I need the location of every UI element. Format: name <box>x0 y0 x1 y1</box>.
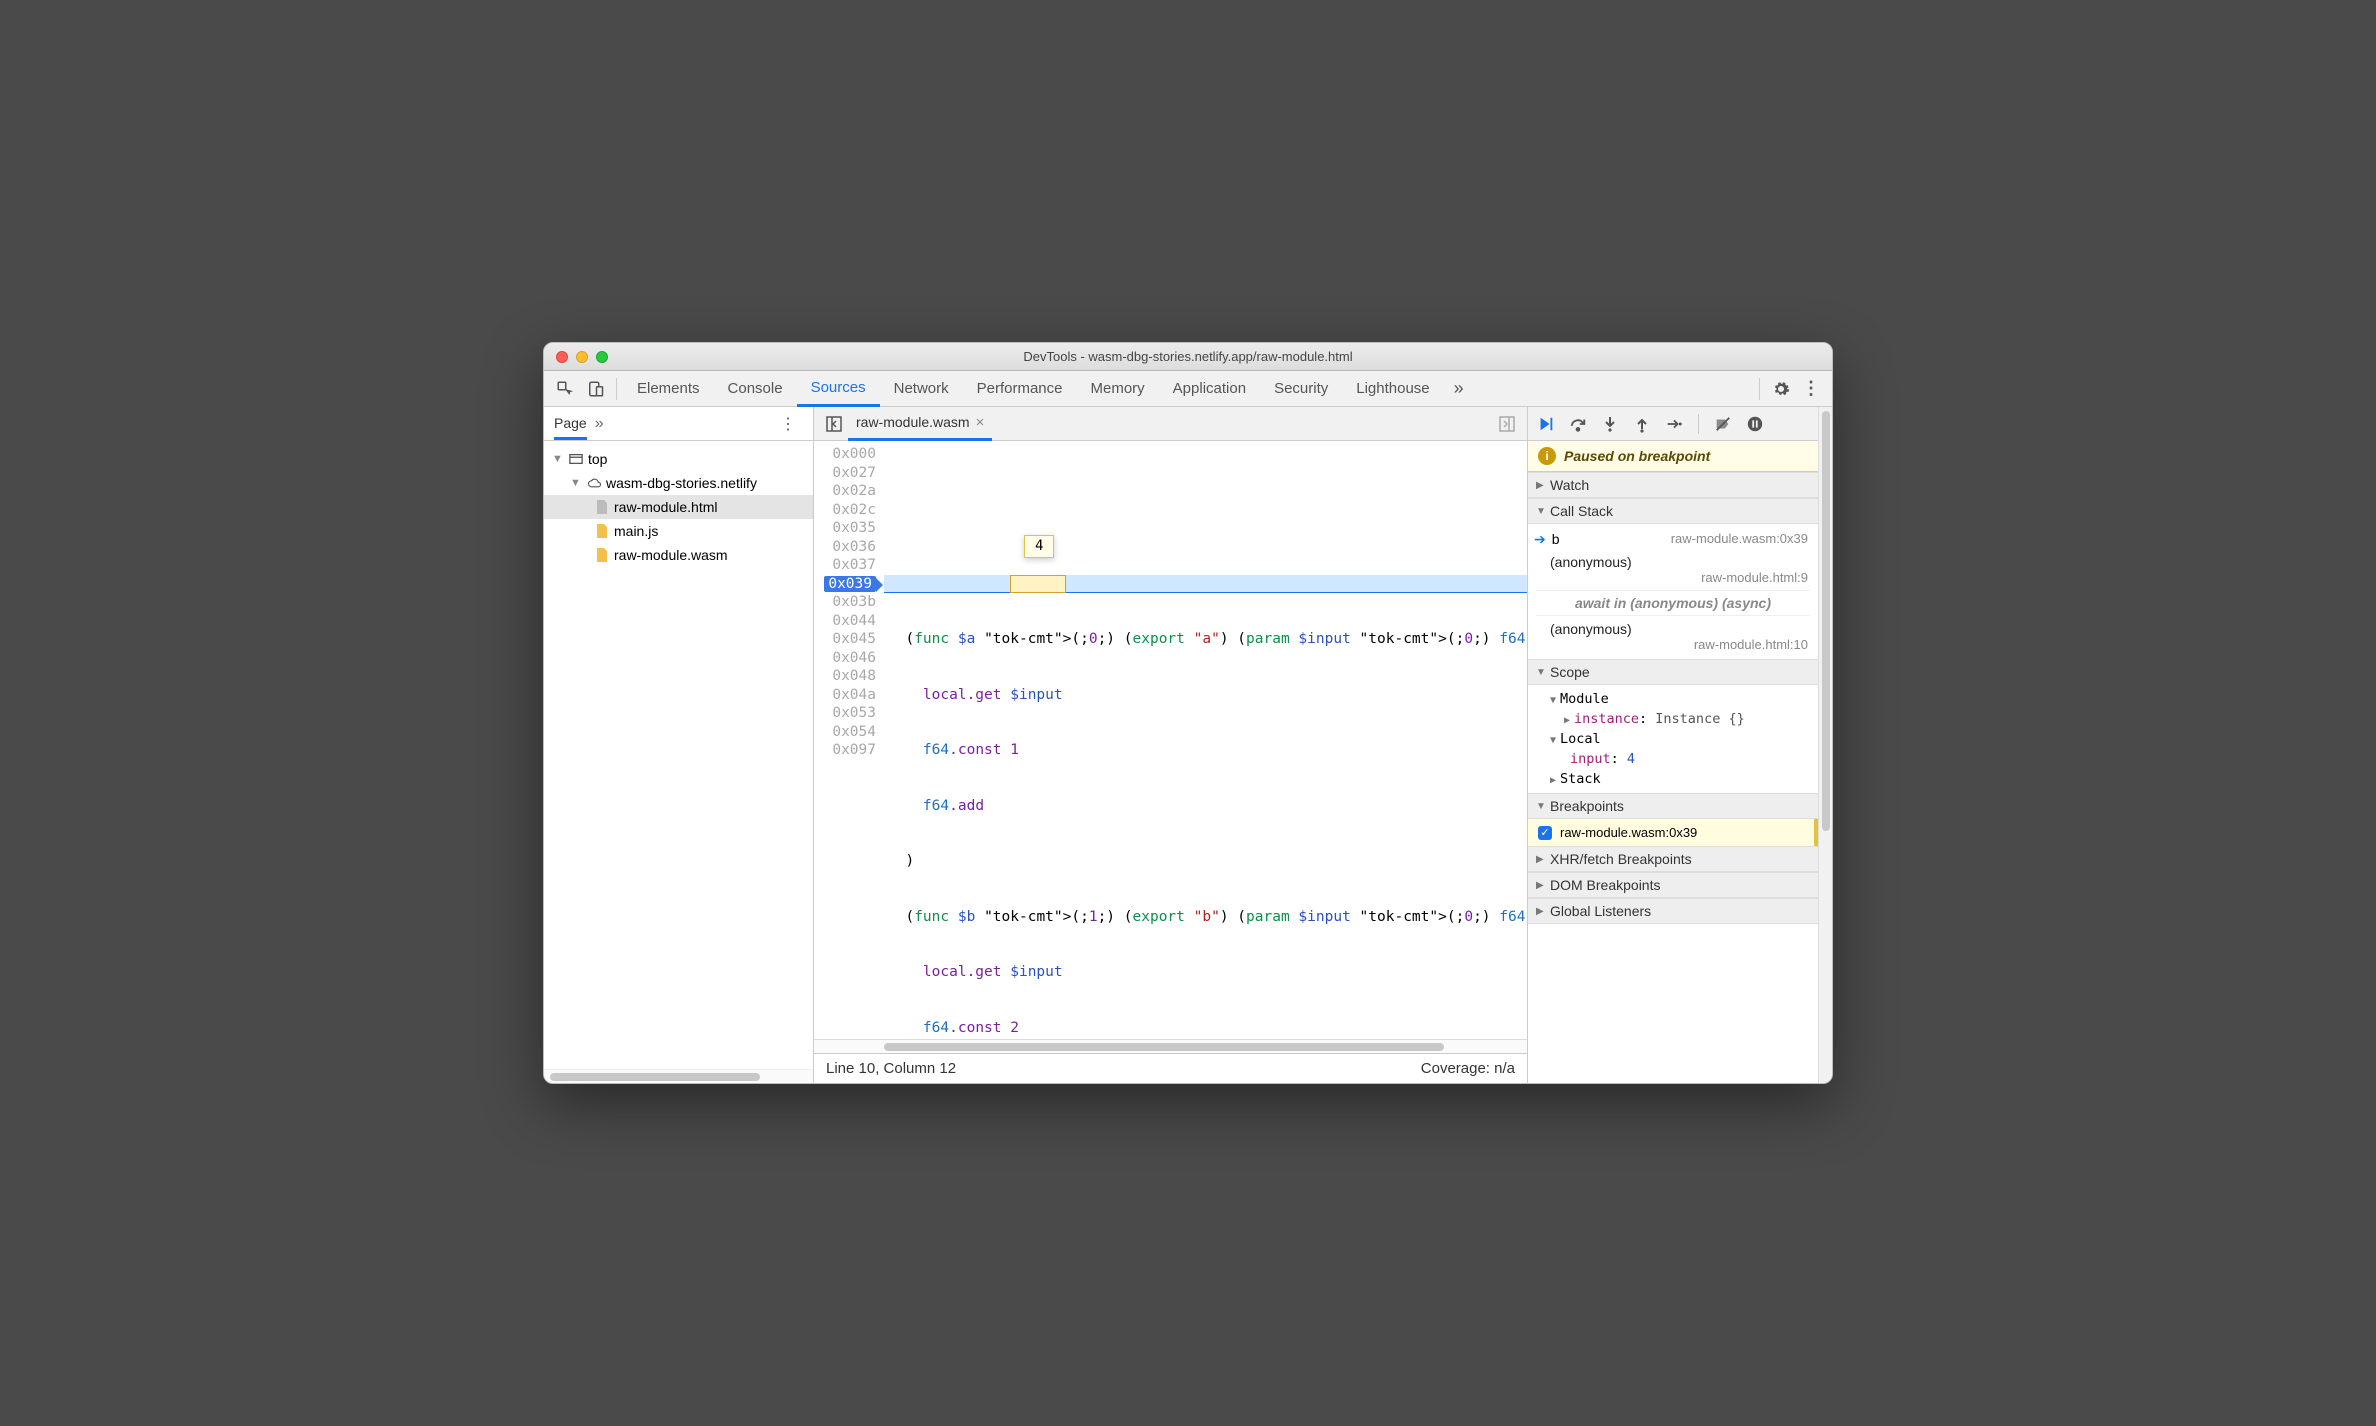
callstack-frame[interactable]: (anonymous) raw-module.html:10 <box>1528 618 1818 655</box>
window-title: DevTools - wasm-dbg-stories.netlify.app/… <box>544 349 1832 364</box>
scope-stack[interactable]: ▶Stack <box>1528 769 1818 789</box>
device-mode-icon[interactable] <box>580 374 610 404</box>
toggle-debugger-icon[interactable] <box>1493 416 1521 432</box>
breakpoint-entry[interactable]: ✓ raw-module.wasm:0x39 <box>1528 819 1818 846</box>
callstack-body: ➔b raw-module.wasm:0x39 (anonymous) raw-… <box>1528 524 1818 659</box>
editor-file-tab[interactable]: raw-module.wasm × <box>848 407 992 441</box>
source-editor: raw-module.wasm × 0x000 0x027 0x02a 0x02… <box>814 407 1528 1083</box>
navigator-header: Page » ⋮ <box>544 407 813 441</box>
paused-banner: i Paused on breakpoint <box>1528 441 1818 472</box>
step-out-icon[interactable] <box>1632 414 1652 434</box>
document-icon <box>594 499 610 515</box>
tree-file-wasm[interactable]: raw-module.wasm <box>544 543 813 567</box>
tree-top-frame[interactable]: ▼ top <box>544 447 813 471</box>
editor-statusbar: Line 10, Column 12 Coverage: n/a <box>814 1053 1527 1083</box>
info-icon: i <box>1538 447 1556 465</box>
debugger-sidebar: i Paused on breakpoint ▶Watch ▼Call Stac… <box>1528 407 1818 1083</box>
chevron-down-icon: ▼ <box>570 477 582 489</box>
section-xhr-breakpoints[interactable]: ▶XHR/fetch Breakpoints <box>1528 846 1818 872</box>
cursor-position: Line 10, Column 12 <box>826 1060 956 1077</box>
editor-file-name: raw-module.wasm <box>856 414 970 430</box>
tree-label: raw-module.html <box>614 499 717 515</box>
coverage-status: Coverage: n/a <box>1421 1060 1515 1077</box>
breakpoint-label: raw-module.wasm:0x39 <box>1560 825 1697 840</box>
breakpoint-checkbox[interactable]: ✓ <box>1538 826 1552 840</box>
navigator-tab-page[interactable]: Page <box>554 415 587 440</box>
tree-label: main.js <box>614 523 658 539</box>
kebab-menu-icon[interactable]: ⋮ <box>1796 374 1826 404</box>
tab-network[interactable]: Network <box>880 371 963 407</box>
tab-lighthouse[interactable]: Lighthouse <box>1342 371 1443 407</box>
section-callstack[interactable]: ▼Call Stack <box>1528 498 1818 524</box>
scope-body: ▼Module ▶instance: Instance {} ▼Local in… <box>1528 685 1818 793</box>
tab-security[interactable]: Security <box>1260 371 1342 407</box>
settings-icon[interactable] <box>1766 374 1796 404</box>
close-tab-icon[interactable]: × <box>976 414 985 431</box>
tab-application[interactable]: Application <box>1159 371 1260 407</box>
scope-instance[interactable]: ▶instance: Instance {} <box>1528 709 1818 729</box>
section-breakpoints[interactable]: ▼Breakpoints <box>1528 793 1818 819</box>
more-navigator-tabs-icon[interactable]: » <box>595 415 604 433</box>
tab-sources[interactable]: Sources <box>797 371 880 407</box>
cloud-icon <box>586 475 602 491</box>
deactivate-breakpoints-icon[interactable] <box>1713 414 1733 434</box>
tree-file-html[interactable]: raw-module.html <box>544 495 813 519</box>
chevron-down-icon: ▼ <box>552 453 564 465</box>
callstack-frame[interactable]: ➔b raw-module.wasm:0x39 <box>1528 528 1818 551</box>
tab-console[interactable]: Console <box>714 371 797 407</box>
current-address[interactable]: 0x039 <box>824 576 876 592</box>
tree-label: wasm-dbg-stories.netlify <box>606 475 757 491</box>
scope-local-var[interactable]: input: 4 <box>1528 749 1818 769</box>
tab-performance[interactable]: Performance <box>963 371 1077 407</box>
section-watch[interactable]: ▶Watch <box>1528 472 1818 498</box>
resume-icon[interactable] <box>1536 414 1556 434</box>
step-icon[interactable] <box>1664 414 1684 434</box>
document-icon <box>594 523 610 539</box>
pause-on-exceptions-icon[interactable] <box>1745 414 1765 434</box>
tree-origin[interactable]: ▼ wasm-dbg-stories.netlify <box>544 471 813 495</box>
toggle-navigator-icon[interactable] <box>820 416 848 432</box>
document-icon <box>594 547 610 563</box>
main-tabstrip: Elements Console Sources Network Perform… <box>544 371 1832 407</box>
more-tabs-icon[interactable]: » <box>1444 374 1474 404</box>
scope-local[interactable]: ▼Local <box>1528 729 1818 749</box>
step-over-icon[interactable] <box>1568 414 1588 434</box>
tree-label: raw-module.wasm <box>614 547 728 563</box>
navigator-scrollbar[interactable] <box>544 1069 813 1083</box>
tree-file-js[interactable]: main.js <box>544 519 813 543</box>
current-frame-arrow-icon: ➔ <box>1534 531 1546 547</box>
hover-eval-tooltip: 4 <box>1024 535 1054 558</box>
editor-scrollbar[interactable] <box>814 1039 1527 1053</box>
paused-message: Paused on breakpoint <box>1564 448 1710 464</box>
tab-memory[interactable]: Memory <box>1077 371 1159 407</box>
callstack-frame[interactable]: (anonymous) raw-module.html:9 <box>1528 551 1818 588</box>
window-scrollbar[interactable] <box>1818 407 1832 1083</box>
tab-elements[interactable]: Elements <box>623 371 714 407</box>
hovered-variable-box <box>1010 575 1066 593</box>
devtools-window: DevTools - wasm-dbg-stories.netlify.app/… <box>543 342 1833 1084</box>
gutter[interactable]: 0x000 0x027 0x02a 0x02c 0x035 0x036 0x03… <box>814 441 884 1039</box>
section-global-listeners[interactable]: ▶Global Listeners <box>1528 898 1818 924</box>
sources-navigator: Page » ⋮ ▼ top ▼ wasm-dbg-stories <box>544 407 814 1083</box>
inspect-element-icon[interactable] <box>550 374 580 404</box>
step-into-icon[interactable] <box>1600 414 1620 434</box>
scope-module[interactable]: ▼Module <box>1528 689 1818 709</box>
file-tree: ▼ top ▼ wasm-dbg-stories.netlify <box>544 441 813 1069</box>
frame-icon <box>568 451 584 467</box>
tree-label: top <box>588 451 607 467</box>
navigator-menu-icon[interactable]: ⋮ <box>773 409 803 439</box>
section-scope[interactable]: ▼Scope <box>1528 659 1818 685</box>
window-titlebar: DevTools - wasm-dbg-stories.netlify.app/… <box>544 343 1832 371</box>
callstack-async-label: await in (anonymous) (async) <box>1536 590 1810 616</box>
debugger-toolbar <box>1528 407 1818 441</box>
section-dom-breakpoints[interactable]: ▶DOM Breakpoints <box>1528 872 1818 898</box>
code-viewport[interactable]: 0x000 0x027 0x02a 0x02c 0x035 0x036 0x03… <box>814 441 1527 1039</box>
